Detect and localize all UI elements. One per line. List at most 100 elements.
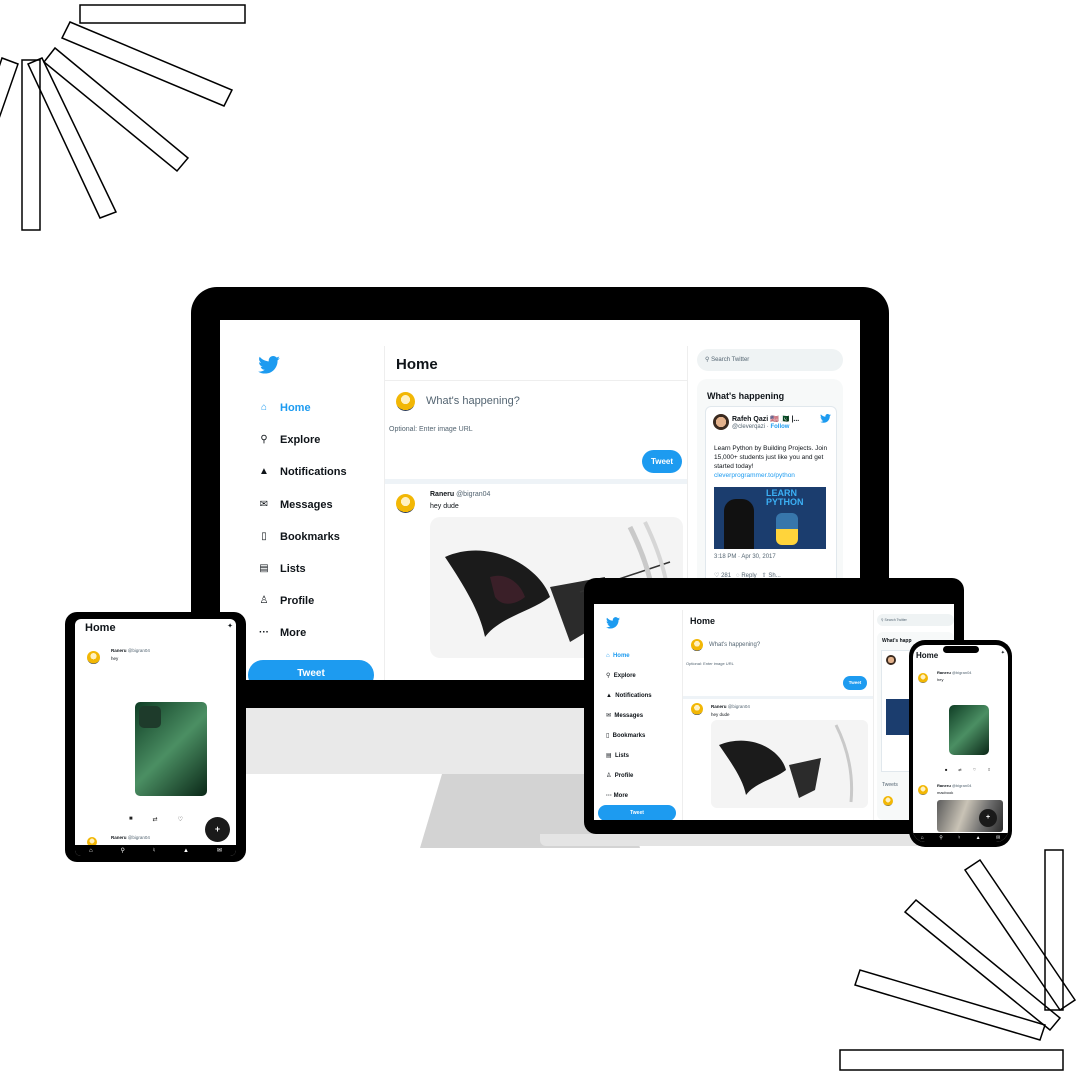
sidebar-item-profile[interactable]: ♙ Profile [606, 766, 652, 786]
sidebar-tweet-button[interactable]: Tweet [598, 805, 676, 820]
avatar[interactable] [691, 703, 703, 715]
post-image[interactable] [711, 720, 868, 808]
bell-icon: ▲ [259, 466, 269, 477]
share-icon[interactable]: ⇧ [987, 767, 990, 772]
sidebar-item-lists[interactable]: ▤ Lists [606, 746, 652, 766]
avatar[interactable] [691, 639, 703, 651]
avatar[interactable] [396, 494, 415, 513]
dynamic-island [943, 646, 979, 653]
image-url-input[interactable]: Optional: Enter image URL [686, 661, 734, 666]
avatar[interactable] [886, 655, 896, 665]
list-icon: ▤ [259, 563, 269, 574]
sidebar-item-messages[interactable]: ✉ Messages [606, 706, 652, 726]
sidebar-item-more[interactable]: ··· More [258, 627, 306, 639]
panel-title: What's happening [707, 391, 785, 401]
laptop-base [540, 834, 964, 846]
reply-icon[interactable]: ■ [129, 816, 133, 823]
search-icon: ⚲ [260, 434, 268, 445]
image-url-input[interactable]: Optional: Enter image URL [389, 426, 473, 433]
card-author[interactable]: Rafeh Qazi 🇺🇸 🇵🇰 |... [732, 415, 799, 423]
post-author[interactable]: Raneru @bigran04 [111, 835, 150, 840]
profile-icon: ♙ [259, 595, 269, 606]
sidebar-item-explore[interactable]: ⚲ Explore [606, 666, 652, 686]
laptop-feed: Home What's happening? Optional: Enter i… [682, 610, 874, 820]
heart-icon[interactable]: ♡ [178, 816, 183, 823]
post-author[interactable]: Raneru @bigran04 [111, 648, 150, 653]
sidebar-item-label: Home [280, 402, 311, 414]
twitter-bird-icon[interactable] [820, 414, 831, 423]
divider [385, 479, 687, 484]
mail-icon[interactable]: ✉ [217, 847, 222, 854]
reply-icon[interactable]: ■ [945, 767, 947, 772]
bookmark-icon: ▯ [261, 531, 267, 542]
sidebar-item-notifications[interactable]: ▲ Notifications [606, 686, 652, 706]
card-link[interactable]: cleverprogrammer.to/python [714, 472, 795, 479]
follow-link[interactable]: Follow [770, 424, 789, 430]
bell-icon[interactable]: ▲ [183, 848, 189, 854]
sidebar-item-notifications[interactable]: ▲ Notifications [258, 466, 347, 478]
post-author[interactable]: Raneru @bigran04 [937, 783, 972, 788]
heart-icon[interactable]: ♡ [973, 767, 977, 772]
home-icon[interactable]: ⌂ [89, 848, 93, 854]
post-text: hey dude [430, 503, 459, 510]
bottom-nav-bar: ⌂ ⚲ ♮ ▲ ✉ [75, 845, 236, 856]
post-author[interactable]: Raneru @bigran04 [430, 491, 490, 498]
sidebar-tweet-button[interactable]: Tweet [248, 660, 374, 680]
bell-icon[interactable]: ▲ [976, 835, 981, 841]
search-icon[interactable]: ⚲ [939, 835, 943, 841]
sparkle-icon[interactable]: ✦ [227, 622, 233, 630]
avatar[interactable] [396, 392, 415, 411]
retweet-icon[interactable]: ⇄ [153, 816, 158, 823]
sidebar-item-more[interactable]: ··· More [606, 786, 652, 806]
laptop-screen: ⌂ Home ⚲ Explore ▲ Notifications ✉ Messa… [594, 604, 954, 820]
twitter-bird-icon[interactable] [258, 356, 280, 374]
page-title: Home [396, 356, 438, 373]
sidebar-item-explore[interactable]: ⚲ Explore [258, 434, 320, 446]
sidebar-item-home[interactable]: ⌂ Home [606, 646, 652, 666]
sidebar-item-label: Bookmarks [280, 531, 340, 543]
compose-input[interactable]: What's happening? [709, 642, 760, 648]
compose-input[interactable]: What's happening? [426, 395, 520, 407]
microphone-icon[interactable]: ♮ [958, 835, 960, 841]
home-icon[interactable]: ⌂ [921, 835, 924, 841]
learn-python-image[interactable]: LEARN PYTHON [714, 487, 826, 549]
search-input[interactable]: ⚲ Search Twitter [877, 614, 954, 626]
sidebar-item-lists[interactable]: ▤ Lists [258, 563, 305, 575]
sidebar-item-bookmarks[interactable]: ▯ Bookmarks [258, 531, 340, 543]
retweet-icon[interactable]: ⇄ [958, 767, 961, 772]
compose-tweet-button[interactable]: Tweet [843, 676, 867, 690]
twitter-bird-icon[interactable] [606, 617, 620, 629]
embedded-tweet-card[interactable]: Rafeh Qazi 🇺🇸 🇵🇰 |... @cleverqazi · Foll… [705, 406, 837, 598]
sparkle-icon[interactable]: ✦ [1001, 650, 1005, 656]
search-placeholder: Search Twitter [711, 357, 750, 363]
post-actions: ■ ⇄ ♡ [129, 816, 183, 823]
iphone-image[interactable] [135, 702, 207, 796]
person-figure [724, 499, 754, 549]
avatar[interactable] [713, 414, 729, 430]
sidebar-item-profile[interactable]: ♙ Profile [258, 595, 315, 607]
search-icon[interactable]: ⚲ [121, 847, 125, 854]
page-title: Home [690, 616, 716, 626]
post-author[interactable]: Raneru @bigran04 [711, 704, 750, 709]
avatar[interactable] [883, 796, 893, 806]
avatar[interactable] [87, 651, 100, 664]
sidebar-item-label: Notifications [280, 466, 347, 478]
compose-fab-button[interactable]: + [979, 809, 997, 827]
post-author[interactable]: Raneru @bigran04 [937, 670, 972, 675]
avatar[interactable] [918, 785, 928, 795]
sidebar-item-messages[interactable]: ✉ Messages [258, 499, 333, 511]
sidebar-item-home[interactable]: ⌂ Home [258, 402, 311, 414]
sidebar-item-bookmarks[interactable]: ▯ Bookmarks [606, 726, 652, 746]
avatar[interactable] [918, 673, 928, 683]
mail-icon[interactable]: ✉ [996, 835, 1000, 841]
compose-tweet-button[interactable]: Tweet [642, 450, 682, 473]
microphone-icon[interactable]: ♮ [153, 847, 155, 854]
post-text: macbook [937, 790, 954, 795]
python-logo-icon [776, 513, 798, 545]
iphone-image[interactable] [949, 705, 989, 755]
card-text: Learn Python by Building Projects. Join … [714, 445, 828, 479]
image-caption: LEARN PYTHON [766, 488, 804, 507]
post-actions: ■ ⇄ ♡ ⇧ [945, 767, 991, 772]
compose-fab-button[interactable]: + [205, 817, 230, 842]
search-input[interactable]: ⚲ Search Twitter [697, 349, 843, 371]
